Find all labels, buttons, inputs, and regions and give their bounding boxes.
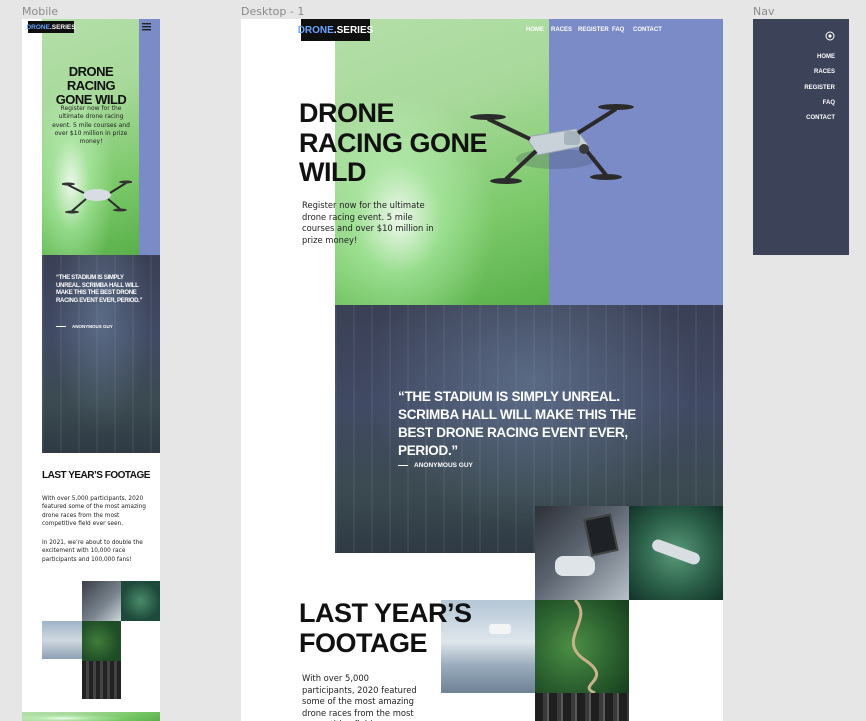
- nav-link-register[interactable]: REGISTER: [578, 27, 609, 33]
- mobile-drone-image: [62, 180, 132, 214]
- gallery-image-tablet-controller[interactable]: [535, 506, 629, 600]
- mobile-footage-para2: In 2021, we’re about to double the excit…: [42, 540, 143, 563]
- mobile-frame-label: Mobile: [22, 5, 59, 18]
- mobile-gallery-image-forest[interactable]: [82, 621, 121, 661]
- quote-text: “The stadium is simply unreal. Scrimba H…: [398, 389, 636, 458]
- mobile-nav-home[interactable]: HOME: [817, 54, 835, 60]
- mobile-logo[interactable]: DRONE .SERIES: [26, 21, 76, 33]
- quote-author: Anonymous Guy: [398, 462, 473, 469]
- nav-link-home[interactable]: HOME: [526, 27, 544, 33]
- mobile-nav-faq[interactable]: FAQ: [823, 100, 835, 106]
- mobile-hero-text: Register now for the ultimate drone raci…: [52, 105, 130, 146]
- footage-para1: With over 5,000 participants, 2020 featu…: [302, 673, 419, 721]
- mobile-gallery-image-gear[interactable]: [82, 661, 121, 699]
- nav-artboard: HOME RACES REGISTER FAQ CONTACT: [753, 19, 849, 255]
- mobile-footage-title: LAST YEAR’S FOOTAGE: [42, 470, 150, 481]
- gallery-image-forest-road[interactable]: [535, 600, 629, 693]
- mobile-nav-races[interactable]: RACES: [814, 69, 835, 75]
- mobile-gallery-image-mountains[interactable]: [42, 621, 82, 659]
- footage-title: LAST YEAR’S FOOTAGE: [299, 598, 472, 658]
- nav-frame-label: Nav: [753, 5, 775, 18]
- hero-drone-image: [470, 104, 634, 184]
- mobile-hero-title: DRONE RACING GONE WILD: [55, 64, 127, 107]
- mobile-quote-author: Anonymous Guy: [56, 324, 113, 329]
- hero-text: Register now for the ultimate drone raci…: [302, 200, 434, 245]
- gallery-image-drone-green[interactable]: [629, 506, 723, 600]
- close-circle-icon[interactable]: [825, 31, 835, 41]
- nav-link-races[interactable]: RACES: [551, 27, 572, 33]
- mobile-nav-contact[interactable]: CONTACT: [806, 115, 835, 121]
- hero-title: DRONE RACING GONE WILD: [299, 98, 488, 187]
- nav-link-faq[interactable]: FAQ: [612, 27, 624, 33]
- desktop-logo[interactable]: DRONE .SERIES: [298, 19, 373, 41]
- mobile-gallery-image-hands[interactable]: [82, 581, 121, 621]
- nav-link-contact[interactable]: CONTACT: [633, 27, 662, 33]
- hamburger-icon[interactable]: [142, 23, 151, 31]
- gallery-image-equipment[interactable]: [535, 693, 629, 721]
- mobile-gallery-image-drone-green[interactable]: [121, 581, 160, 621]
- mobile-artboard: DRONE .SERIES DRONE RACING GONE WILD Regi…: [22, 19, 160, 721]
- desktop-artboard: DRONE .SERIES HOME RACES REGISTER FAQ CON…: [241, 19, 723, 721]
- desktop-frame-label: Desktop - 1: [241, 5, 305, 18]
- mobile-footage-para1: With over 5,000 participants, 2020 featu…: [42, 496, 146, 527]
- mobile-nav-register[interactable]: REGISTER: [804, 85, 835, 91]
- mobile-quote-text: “The stadium is simply unreal. Scrimba H…: [56, 275, 143, 304]
